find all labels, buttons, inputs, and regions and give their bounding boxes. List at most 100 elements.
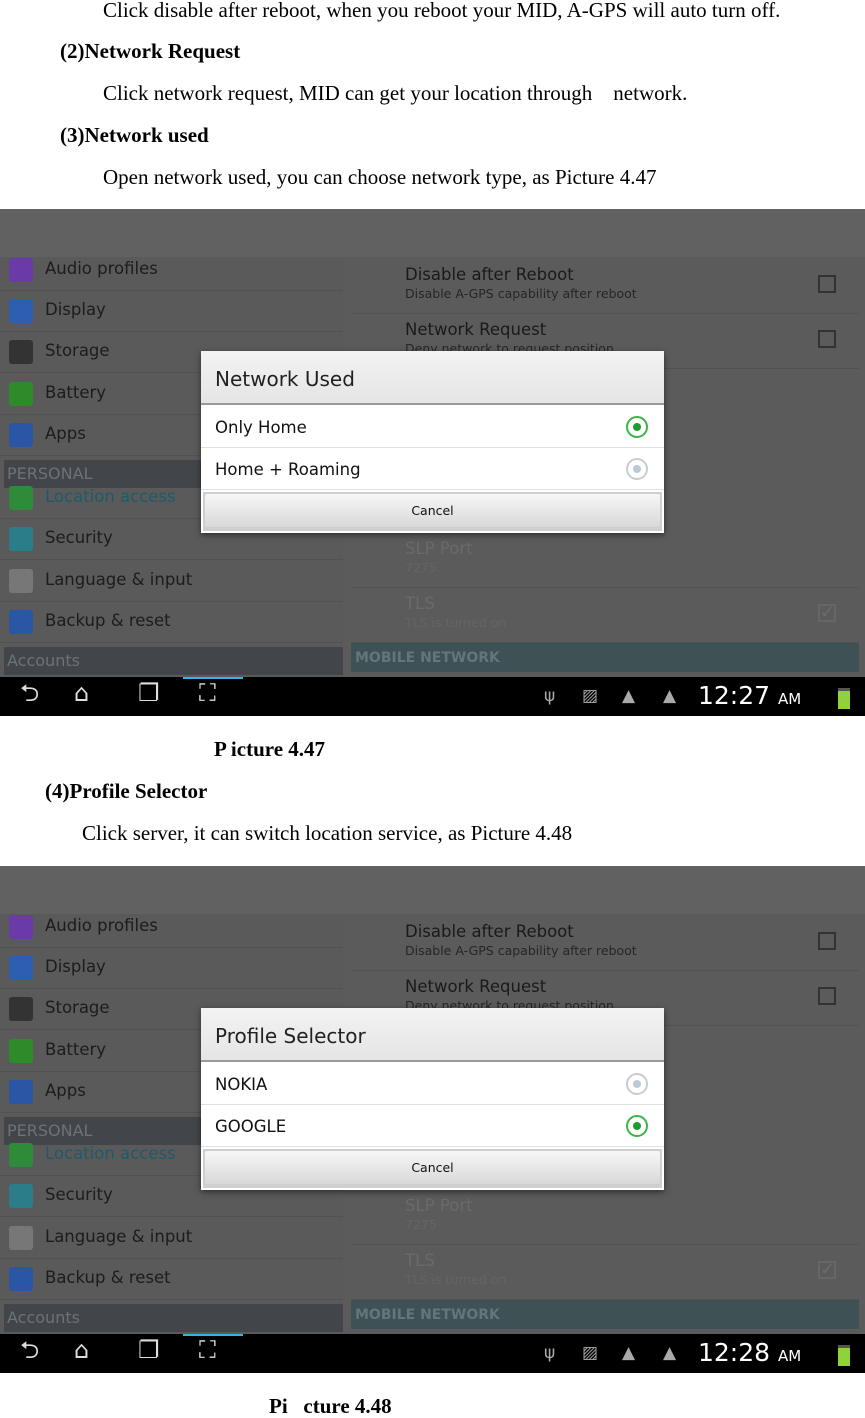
checkbox[interactable] <box>818 330 836 348</box>
divider <box>351 587 859 588</box>
screenshot-icon[interactable]: ⛶ <box>199 681 216 705</box>
sidebar-item-display[interactable]: Display <box>0 947 343 989</box>
clock-ampm: AM <box>778 1347 802 1365</box>
sidebar-item-label: Display <box>45 957 106 976</box>
dialog-title: Network Used <box>201 351 664 405</box>
screenshot-profile-selector: Audio profiles Display Storage Battery Apps P… <box>0 866 865 1373</box>
sidebar-item-label: Audio profiles <box>45 916 158 935</box>
sidebar-item-label: Location access <box>45 1144 176 1163</box>
apps-icon <box>9 423 33 447</box>
section-heading: (2)Network Request <box>60 39 241 63</box>
checkbox-checked[interactable]: ✓ <box>818 1261 836 1279</box>
setting-subtitle: 7275 <box>405 560 437 575</box>
checkbox[interactable] <box>818 275 836 293</box>
option-label: NOKIA <box>215 1075 268 1094</box>
recent-apps-icon[interactable]: ❐ <box>138 681 160 705</box>
sidebar-item-language-input[interactable]: Language & input <box>0 560 343 602</box>
battery-icon <box>9 382 33 406</box>
display-icon <box>9 956 33 980</box>
setting-title: Disable after Reboot <box>405 922 574 941</box>
sidebar-item-label: Language & input <box>45 1227 193 1246</box>
clock-time: 12:27 <box>698 681 771 710</box>
sidebar-item-label: Battery <box>45 383 107 402</box>
sidebar-item-label: Battery <box>45 1040 107 1059</box>
setting-tls[interactable]: TLS TLS is turned on <box>405 594 506 632</box>
backup-icon <box>9 610 33 634</box>
divider <box>351 970 859 971</box>
sidebar-item-backup-reset[interactable]: Backup & reset <box>0 1258 343 1300</box>
setting-disable-after-reboot[interactable]: Disable after Reboot Disable A-GPS capabi… <box>405 922 637 960</box>
divider <box>351 1244 859 1245</box>
radio-selected[interactable] <box>626 416 648 438</box>
dialog-option[interactable]: GOOGLE <box>201 1106 664 1147</box>
setting-title: SLP Port <box>405 539 473 558</box>
setting-disable-after-reboot[interactable]: Disable after Reboot Disable A-GPS capabi… <box>405 265 637 303</box>
setting-title: SLP Port <box>405 1196 473 1215</box>
sidebar-item-label: Apps <box>45 424 86 443</box>
sidebar-item-label: Storage <box>45 341 110 360</box>
dialog-option[interactable]: Only Home <box>201 407 664 448</box>
recent-apps-icon[interactable]: ❐ <box>138 1338 160 1362</box>
dialog: Network Used Only Home Home + Roaming Cance… <box>201 351 664 533</box>
sidebar-item-label: Security <box>45 1185 113 1204</box>
sidebar-item-label: Backup & reset <box>45 611 171 630</box>
dialog-option[interactable]: NOKIA <box>201 1064 664 1105</box>
sidebar-item-audio-profiles[interactable]: Audio profiles <box>0 906 343 948</box>
setting-subtitle: Disable A-GPS capability after reboot <box>405 286 637 301</box>
clock-ampm: AM <box>778 690 802 708</box>
figure-caption: Pi cture 4.48 <box>269 1394 392 1418</box>
gallery-icon: ▨ <box>582 686 599 706</box>
setting-tls[interactable]: TLS TLS is turned on <box>405 1251 506 1289</box>
home-icon[interactable]: ⌂ <box>74 681 89 705</box>
battery-icon <box>838 688 850 709</box>
back-icon[interactable]: ⮌ <box>20 1338 39 1362</box>
sidebar-item-label: Language & input <box>45 570 193 589</box>
warning-icon: ▲ <box>622 1343 636 1363</box>
sidebar-item-label: Audio profiles <box>45 259 158 278</box>
checkbox-checked[interactable]: ✓ <box>818 604 836 622</box>
system-navigation-bar: ⮌ ⌂ ❐ ⛶ ψ ▨ ▲ ▲ 12:27 AM <box>0 677 865 716</box>
display-icon <box>9 299 33 323</box>
system-navigation-bar: ⮌ ⌂ ❐ ⛶ ψ ▨ ▲ ▲ 12:28 AM <box>0 1334 865 1373</box>
sidebar-item-backup-reset[interactable]: Backup & reset <box>0 601 343 643</box>
language-icon <box>9 569 33 593</box>
setting-slp-port[interactable]: SLP Port 7275 <box>405 1196 473 1234</box>
screenshot-icon[interactable]: ⛶ <box>199 1338 216 1362</box>
back-icon[interactable]: ⮌ <box>20 681 39 705</box>
dialog-option[interactable]: Home + Roaming <box>201 449 664 490</box>
battery-icon <box>9 1039 33 1063</box>
checkbox[interactable] <box>818 987 836 1005</box>
setting-slp-port[interactable]: SLP Port 7275 <box>405 539 473 577</box>
active-indicator <box>183 1334 243 1336</box>
cancel-button[interactable]: Cancel <box>205 1151 660 1184</box>
setting-title: Network Request <box>405 320 547 339</box>
gallery-icon: ▨ <box>582 1343 599 1363</box>
audio-profiles-icon <box>9 915 33 939</box>
option-label: GOOGLE <box>215 1117 287 1136</box>
figure-caption: P icture 4.47 <box>214 737 326 761</box>
home-icon[interactable]: ⌂ <box>74 1338 89 1362</box>
setting-title: Disable after Reboot <box>405 265 574 284</box>
dialog-title: Profile Selector <box>201 1008 664 1062</box>
setting-title: Network Request <box>405 977 547 996</box>
sidebar-item-label: Apps <box>45 1081 86 1100</box>
storage-icon <box>9 997 33 1021</box>
security-icon <box>9 527 33 551</box>
option-label: Home + Roaming <box>215 460 361 479</box>
section-header-mobile-network: MOBILE NETWORK <box>351 643 859 672</box>
radio-unselected[interactable] <box>626 1073 648 1095</box>
paragraph: Click server, it can switch location ser… <box>82 821 573 845</box>
checkbox[interactable] <box>818 932 836 950</box>
radio-unselected[interactable] <box>626 458 648 480</box>
backup-icon <box>9 1267 33 1291</box>
sidebar-item-audio-profiles[interactable]: Audio profiles <box>0 249 343 291</box>
sidebar-item-display[interactable]: Display <box>0 290 343 332</box>
paragraph: Click network request, MID can get your … <box>103 81 688 105</box>
section-header-mobile-network: MOBILE NETWORK <box>351 1300 859 1329</box>
cancel-button[interactable]: Cancel <box>205 494 660 527</box>
radio-selected[interactable] <box>626 1115 648 1137</box>
paragraph: Open network used, you can choose networ… <box>103 165 657 189</box>
sidebar-section-header: Accounts <box>4 647 343 675</box>
sidebar-item-language-input[interactable]: Language & input <box>0 1217 343 1259</box>
dialog: Profile Selector NOKIA GOOGLE Cancel <box>201 1008 664 1190</box>
